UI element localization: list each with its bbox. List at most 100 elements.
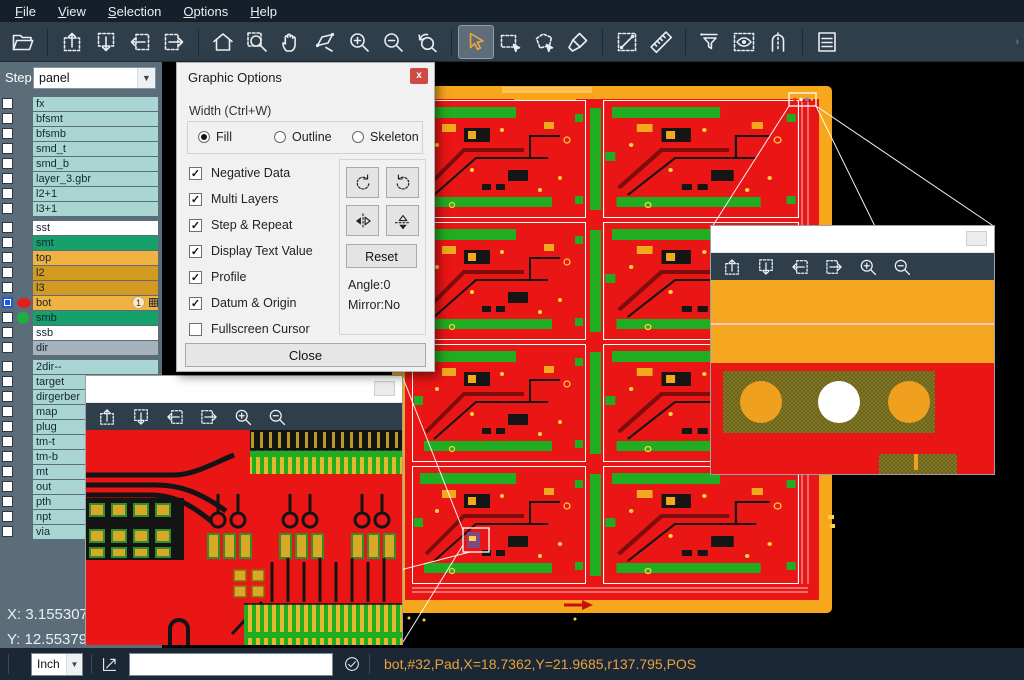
radio-dot[interactable] [274,131,286,143]
magnifier-tool-pan-right-button[interactable] [199,407,219,427]
tool-pan-hand-button[interactable] [274,26,308,58]
layer-checkbox-out[interactable] [2,481,13,492]
layer-checkbox-l3[interactable] [2,282,13,293]
close-button[interactable]: Close [185,343,426,367]
radio-dot[interactable] [198,131,210,143]
layer-checkbox-map[interactable] [2,406,13,417]
layer-name-2dir--[interactable]: 2dir-- [33,360,158,374]
layer-name-l3+1[interactable]: l3+1 [33,202,158,216]
radio-outline[interactable]: Outline [274,130,332,144]
tool-zoom-previous-button[interactable] [410,26,444,58]
layer-checkbox-via[interactable] [2,526,13,537]
layer-checkbox-npt[interactable] [2,511,13,522]
magnifier-tool-pan-up-button[interactable] [97,407,117,427]
layer-checkbox-target[interactable] [2,376,13,387]
layer-checkbox-dir[interactable] [2,342,13,353]
magnifier-1-window-button[interactable] [374,381,395,396]
sync-check-icon[interactable] [343,655,361,673]
checkbox-display-text-value[interactable]: ✓Display Text Value [189,238,313,264]
layer-name-top[interactable]: top [33,251,158,265]
layer-checkbox-tm-b[interactable] [2,451,13,462]
tool-folder-open-button[interactable] [6,26,40,58]
checkbox-box[interactable]: ✓ [189,297,202,310]
layer-name-ssb[interactable]: ssb [33,326,158,340]
magnifier-tool-pan-down-button[interactable] [756,257,776,277]
checkbox-step-repeat[interactable]: ✓Step & Repeat [189,212,313,238]
menu-item-file[interactable]: File [4,2,47,21]
magnifier-window-1[interactable] [85,375,403,645]
layer-name-layer_3.gbr[interactable]: layer_3.gbr [33,172,158,186]
magnifier-tool-zoom-out-button[interactable] [892,257,912,277]
rotate-ccw-button[interactable] [386,167,419,198]
command-input[interactable] [129,653,333,676]
flip-v-button[interactable] [386,205,419,236]
tool-pan-left-button[interactable] [123,26,157,58]
layer-name-sst[interactable]: sst [33,221,158,235]
layer-checkbox-dirgerber[interactable] [2,391,13,402]
menu-item-selection[interactable]: Selection [97,2,172,21]
magnifier-2-titlebar[interactable] [711,226,994,253]
checkbox-box[interactable] [189,323,202,336]
layer-checkbox-ssb[interactable] [2,327,13,338]
layer-checkbox-layer_3.gbr[interactable] [2,173,13,184]
layer-name-smt[interactable]: smt [33,236,158,250]
menu-item-options[interactable]: Options [172,2,239,21]
layer-name-l2+1[interactable]: l2+1 [33,187,158,201]
checkbox-box[interactable]: ✓ [189,245,202,258]
tool-pan-down-button[interactable] [89,26,123,58]
layer-grid-icon[interactable] [148,297,160,309]
tool-pan-right-button[interactable] [157,26,191,58]
flip-h-button[interactable] [346,205,379,236]
layer-checkbox-smd_b[interactable] [2,158,13,169]
corner-tool-icon[interactable] [100,655,119,674]
checkbox-datum-origin[interactable]: ✓Datum & Origin [189,290,313,316]
layer-checkbox-bfsmt[interactable] [2,113,13,124]
layer-checkbox-l2+1[interactable] [2,188,13,199]
layer-checkbox-tm-t[interactable] [2,436,13,447]
toolbar-overflow-chevron-icon[interactable]: › [1015,36,1019,48]
magnifier-tool-pan-left-button[interactable] [165,407,185,427]
layer-checkbox-bfsmb[interactable] [2,128,13,139]
tool-select-polygon-button[interactable] [527,26,561,58]
checkbox-multi-layers[interactable]: ✓Multi Layers [189,186,313,212]
magnifier-tool-zoom-in-button[interactable] [858,257,878,277]
tool-layer-table-button[interactable] [810,26,844,58]
dialog-titlebar[interactable]: Graphic Options x [177,63,434,90]
layer-name-smd_b[interactable]: smd_b [33,157,158,171]
layer-checkbox-plug[interactable] [2,421,13,432]
magnifier-tool-zoom-out-button[interactable] [267,407,287,427]
layer-name-smd_t[interactable]: smd_t [33,142,158,156]
tool-brush-button[interactable] [561,26,595,58]
reset-button[interactable]: Reset [346,244,417,268]
tool-measure-point-button[interactable] [610,26,644,58]
checkbox-profile[interactable]: ✓Profile [189,264,313,290]
layer-name-l2[interactable]: l2 [33,266,158,280]
layer-name-dir[interactable]: dir [33,341,158,355]
tool-zoom-in-button[interactable] [342,26,376,58]
checkbox-box[interactable]: ✓ [189,193,202,206]
step-select[interactable]: panel ▼ [33,67,156,89]
layer-checkbox-l3+1[interactable] [2,203,13,214]
tool-filter-button[interactable] [693,26,727,58]
layer-checkbox-smd_t[interactable] [2,143,13,154]
tool-ruler-button[interactable] [644,26,678,58]
layer-checkbox-bot[interactable] [2,297,13,308]
magnifier-tool-pan-up-button[interactable] [722,257,742,277]
tool-select-cursor-button[interactable] [459,26,493,58]
checkbox-negative-data[interactable]: ✓Negative Data [189,160,313,186]
layer-checkbox-sst[interactable] [2,222,13,233]
magnifier-tool-pan-left-button[interactable] [790,257,810,277]
magnifier-1-titlebar[interactable] [86,376,402,403]
chevron-down-icon[interactable]: ▼ [66,654,82,675]
tool-view-box-button[interactable] [727,26,761,58]
layer-name-bfsmb[interactable]: bfsmb [33,127,158,141]
checkbox-box[interactable]: ✓ [189,219,202,232]
tool-select-window-button[interactable] [493,26,527,58]
layer-checkbox-pth[interactable] [2,496,13,507]
radio-fill[interactable]: Fill [198,130,232,144]
magnifier-tool-zoom-in-button[interactable] [233,407,253,427]
checkbox-fullscreen-cursor[interactable]: Fullscreen Cursor [189,316,313,342]
unit-select[interactable]: Inch ▼ [31,653,83,676]
tool-pan-up-button[interactable] [55,26,89,58]
layer-name-bfsmt[interactable]: bfsmt [33,112,158,126]
